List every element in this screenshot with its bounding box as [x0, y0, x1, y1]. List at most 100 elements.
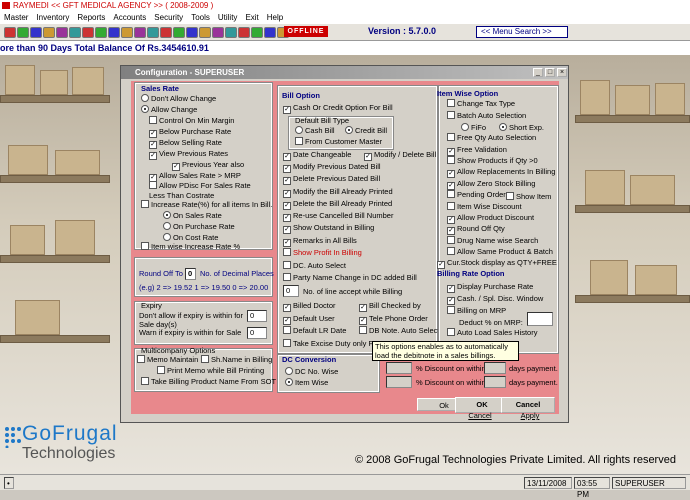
- radio-short-exp[interactable]: Short Exp.: [499, 123, 544, 133]
- toolbar-button-11-icon[interactable]: [134, 27, 146, 38]
- menu-security[interactable]: Security: [154, 13, 183, 22]
- check-cur-stock-display[interactable]: Cur.Stock display as QTY+FREE: [437, 258, 557, 269]
- radio-dc-no-wise[interactable]: DC No. Wise: [285, 367, 338, 377]
- check-tele-phone-order[interactable]: Tele Phone Order: [359, 314, 428, 325]
- check-free-validation[interactable]: Free Validation: [447, 145, 507, 156]
- toolbar-button-20-icon[interactable]: [251, 27, 263, 38]
- check-free-qty-auto[interactable]: Free Qty Auto Selection: [447, 133, 536, 143]
- check-memo-maintain[interactable]: Memo Maintain: [137, 355, 198, 365]
- toolbar-button-4-icon[interactable]: [43, 27, 55, 38]
- check-allow-same-product[interactable]: Allow Same Product & Batch: [447, 247, 553, 257]
- discount-pct-input-2[interactable]: [386, 376, 412, 388]
- toolbar-button-14-icon[interactable]: [173, 27, 185, 38]
- check-modify-printed[interactable]: Modify the Bill Already Printed: [283, 187, 393, 198]
- menu-exit[interactable]: Exit: [245, 13, 258, 22]
- check-show-item[interactable]: Show Item: [506, 192, 551, 202]
- check-below-purchase-rate[interactable]: Below Purchase Rate: [149, 127, 231, 138]
- check-sh-name[interactable]: Sh.Name in Billing: [201, 355, 272, 365]
- toolbar-button-18-icon[interactable]: [225, 27, 237, 38]
- check-pending-order[interactable]: Pending Order: [447, 190, 506, 200]
- check-take-billing-name[interactable]: Take Billing Product Name From SOT: [141, 377, 276, 387]
- toolbar-button-17-icon[interactable]: [212, 27, 224, 38]
- deduct-mrp-input[interactable]: [527, 312, 553, 326]
- toolbar-button-7-icon[interactable]: [82, 27, 94, 38]
- check-reuse-cancelled[interactable]: Re-use Cancelled Bill Number: [283, 211, 393, 222]
- cancel-button-back[interactable]: Cancel: [459, 411, 501, 421]
- check-allow-pdisc[interactable]: Allow PDisc For Sales Rate Less Than Cos…: [149, 181, 259, 201]
- check-delete-printed[interactable]: Delete the Bill Already Printed: [283, 199, 392, 210]
- toolbar-button-2-icon[interactable]: [17, 27, 29, 38]
- apply-button[interactable]: Apply: [509, 411, 551, 421]
- check-cash-credit-option[interactable]: Cash Or Credit Option For Bill: [283, 103, 393, 114]
- discount-days-input-2[interactable]: [484, 376, 506, 388]
- check-round-off-qty[interactable]: Round Off Qty: [447, 224, 505, 235]
- radio-cash-bill[interactable]: Cash Bill: [295, 126, 335, 136]
- expiry-warn-input[interactable]: 0: [247, 327, 267, 339]
- radio-fifo[interactable]: FiFo: [461, 123, 486, 133]
- menu-help[interactable]: Help: [267, 13, 283, 22]
- menu-reports[interactable]: Reports: [77, 13, 105, 22]
- menu-search-input[interactable]: << Menu Search >>: [476, 26, 568, 38]
- check-view-previous-rates[interactable]: View Previous Rates: [149, 149, 228, 160]
- toolbar-button-3-icon[interactable]: [30, 27, 42, 38]
- check-control-min-margin[interactable]: Control On Min Margin: [149, 116, 234, 126]
- radio-item-wise[interactable]: Item Wise: [285, 378, 328, 388]
- check-item-wise-discount[interactable]: Item Wise Discount: [447, 202, 522, 212]
- check-db-note-auto[interactable]: DB Note. Auto Select: [359, 326, 439, 336]
- discount-days-input-1[interactable]: [484, 362, 506, 374]
- check-billing-on-mrp[interactable]: Billing on MRP: [447, 306, 506, 316]
- check-print-memo[interactable]: Print Memo while Bill Printing: [157, 366, 264, 376]
- check-batch-auto[interactable]: Batch Auto Selection: [447, 111, 526, 121]
- radio-credit-bill[interactable]: Credit Bill: [345, 126, 387, 136]
- check-modify-previous[interactable]: Modify Previous Dated Bill: [283, 162, 381, 173]
- check-item-wise-increase[interactable]: Item wise Increase Rate %: [141, 242, 240, 252]
- check-modify-delete-bill[interactable]: Modify / Delete Bill: [364, 150, 436, 161]
- check-cash-spl-disc[interactable]: Cash. / Spl. Disc. Window: [447, 294, 543, 305]
- check-allow-product-discount[interactable]: Allow Product Discount: [447, 213, 534, 224]
- toolbar-button-5-icon[interactable]: [56, 27, 68, 38]
- check-default-user[interactable]: Default User: [283, 314, 335, 325]
- radio-on-purchase-rate[interactable]: On Purchase Rate: [163, 222, 235, 232]
- check-below-selling-rate[interactable]: Below Selling Rate: [149, 138, 222, 149]
- radio-dont-allow-change[interactable]: Don't Allow Change: [141, 94, 216, 104]
- toolbar-button-19-icon[interactable]: [238, 27, 250, 38]
- check-show-outstand[interactable]: Show Outstand in Billing: [283, 223, 374, 234]
- menu-master[interactable]: Master: [4, 13, 28, 22]
- check-remarks-all-bills[interactable]: Remarks in All Bills: [283, 236, 357, 247]
- check-display-purchase-rate[interactable]: Display Purchase Rate: [447, 282, 533, 293]
- check-from-customer-master[interactable]: From Customer Master: [295, 137, 382, 147]
- check-party-name-change[interactable]: Party Name Change in DC added Bill: [283, 273, 417, 283]
- maximize-button[interactable]: □: [545, 68, 555, 77]
- discount-pct-input-1[interactable]: [386, 362, 412, 374]
- check-delete-previous[interactable]: Delete Previous Dated Bill: [283, 174, 380, 185]
- check-billed-doctor[interactable]: Billed Doctor: [283, 301, 336, 312]
- check-allow-replacements[interactable]: Allow Replacements In Billing: [447, 167, 555, 178]
- minimize-button[interactable]: _: [533, 68, 543, 77]
- check-previous-year[interactable]: Previous Year also: [172, 160, 244, 171]
- check-drug-name-search[interactable]: Drug Name wise Search: [447, 236, 538, 246]
- menu-utility[interactable]: Utility: [218, 13, 238, 22]
- toolbar-button-12-icon[interactable]: [147, 27, 159, 38]
- toolbar-button-13-icon[interactable]: [160, 27, 172, 38]
- menu-tools[interactable]: Tools: [191, 13, 210, 22]
- radio-allow-change[interactable]: Allow Change: [141, 105, 197, 115]
- toolbar-button-21-icon[interactable]: [264, 27, 276, 38]
- check-increase-rate[interactable]: Increase Rate(%) for all items In Bill.: [141, 200, 272, 210]
- check-dc-auto-select[interactable]: DC. Auto Select: [283, 261, 346, 271]
- check-change-tax-type[interactable]: Change Tax Type: [447, 99, 515, 109]
- check-take-excise-duty[interactable]: Take Excise Duty only F: [283, 339, 373, 349]
- toolbar-button-6-icon[interactable]: [69, 27, 81, 38]
- menu-inventory[interactable]: Inventory: [36, 13, 69, 22]
- toolbar-button-10-icon[interactable]: [121, 27, 133, 38]
- toolbar-button-8-icon[interactable]: [95, 27, 107, 38]
- expiry-dont-allow-input[interactable]: 0: [247, 310, 267, 322]
- round-off-input[interactable]: 0: [185, 268, 196, 280]
- toolbar-button-15-icon[interactable]: [186, 27, 198, 38]
- check-show-products-qty[interactable]: Show Products if Qty >0: [447, 156, 538, 166]
- menu-accounts[interactable]: Accounts: [113, 13, 146, 22]
- line-accept-input[interactable]: 0: [283, 285, 299, 297]
- check-date-changeable[interactable]: Date Changeable: [283, 150, 351, 161]
- toolbar-button-1-icon[interactable]: [4, 27, 16, 38]
- check-auto-load-history[interactable]: Auto Load Sales History: [447, 328, 537, 338]
- check-default-lr-date[interactable]: Default LR Date: [283, 326, 346, 336]
